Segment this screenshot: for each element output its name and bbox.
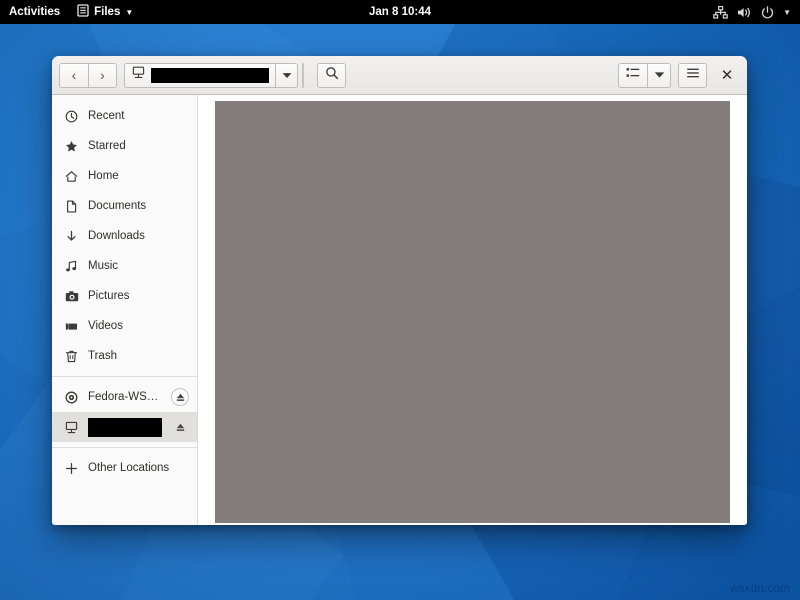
close-window-button[interactable]: ✕ bbox=[714, 62, 740, 88]
eject-icon[interactable] bbox=[171, 418, 189, 436]
sidebar-item-downloads[interactable]: Downloads bbox=[52, 221, 197, 251]
sidebar-item-label: Videos bbox=[88, 320, 189, 332]
activities-button[interactable]: Activities bbox=[0, 0, 69, 24]
sidebar-item-music[interactable]: Music bbox=[52, 251, 197, 281]
path-device-label-redacted bbox=[151, 68, 269, 83]
sidebar-item-label: Documents bbox=[88, 200, 189, 212]
plus-icon bbox=[64, 462, 79, 475]
network-wired-icon[interactable] bbox=[713, 6, 728, 19]
sidebar-item-label: Recent bbox=[88, 110, 189, 122]
sidebar-item-documents[interactable]: Documents bbox=[52, 191, 197, 221]
app-menu-files[interactable]: Files ▼ bbox=[69, 0, 141, 24]
path-device-button[interactable] bbox=[124, 63, 275, 88]
gnome-top-bar: Activities Files ▼ Jan 8 10:44 bbox=[0, 0, 800, 24]
camera-icon bbox=[64, 290, 79, 303]
files-window: ‹ › bbox=[52, 56, 747, 525]
view-mode-buttons bbox=[618, 63, 671, 88]
sidebar-item-videos[interactable]: Videos bbox=[52, 311, 197, 341]
navigation-buttons: ‹ › bbox=[59, 63, 117, 88]
system-tray[interactable]: ▼ bbox=[713, 6, 800, 19]
computer-device-icon bbox=[132, 66, 145, 84]
optical-disc-icon bbox=[64, 391, 79, 404]
sidebar-item-label: Trash bbox=[88, 350, 189, 362]
sidebar-item-trash[interactable]: Trash bbox=[52, 341, 197, 371]
window-headerbar: ‹ › bbox=[52, 56, 747, 95]
search-icon bbox=[325, 66, 339, 85]
hamburger-menu-icon bbox=[686, 66, 700, 84]
sidebar-item-label: Downloads bbox=[88, 230, 189, 242]
sidebar-separator bbox=[52, 447, 197, 448]
file-list-redacted-region bbox=[215, 101, 730, 523]
back-button[interactable]: ‹ bbox=[59, 63, 88, 88]
chevron-down-icon: ▼ bbox=[125, 8, 133, 17]
sidebar-item-device-redacted[interactable] bbox=[52, 412, 197, 442]
clock-icon bbox=[64, 110, 79, 123]
chevron-down-icon bbox=[654, 71, 665, 79]
sidebar-item-label: Music bbox=[88, 260, 189, 272]
file-list-area[interactable] bbox=[198, 95, 747, 525]
chevron-down-icon[interactable]: ▼ bbox=[783, 8, 791, 17]
download-arrow-icon bbox=[64, 230, 79, 243]
list-view-icon bbox=[626, 66, 640, 84]
sidebar-item-starred[interactable]: Starred bbox=[52, 131, 197, 161]
star-icon bbox=[64, 140, 79, 153]
search-button[interactable] bbox=[317, 63, 346, 88]
sidebar-item-label: Fedora-WS-L… bbox=[88, 391, 162, 403]
trash-icon bbox=[64, 350, 79, 363]
chevron-left-icon: ‹ bbox=[72, 67, 77, 83]
app-menu-label: Files bbox=[94, 6, 120, 18]
sidebar-item-label: Other Locations bbox=[88, 462, 189, 474]
view-dropdown-button[interactable] bbox=[647, 63, 671, 88]
music-note-icon bbox=[64, 260, 79, 273]
sidebar-item-recent[interactable]: Recent bbox=[52, 101, 197, 131]
path-dropdown-button[interactable] bbox=[275, 63, 298, 88]
sidebar-item-label: Starred bbox=[88, 140, 189, 152]
hamburger-menu-button[interactable] bbox=[678, 63, 707, 88]
sidebar-separator bbox=[52, 376, 197, 377]
forward-button[interactable]: › bbox=[88, 63, 117, 88]
sidebar-item-label: Pictures bbox=[88, 290, 189, 302]
power-icon[interactable] bbox=[761, 6, 774, 19]
window-body: Recent Starred Home bbox=[52, 95, 747, 525]
clock[interactable]: Jan 8 10:44 bbox=[340, 6, 460, 18]
places-sidebar: Recent Starred Home bbox=[52, 95, 198, 525]
sidebar-item-other-locations[interactable]: Other Locations bbox=[52, 453, 197, 483]
sidebar-item-label-redacted bbox=[88, 418, 162, 437]
files-app-icon bbox=[77, 4, 89, 20]
chevron-right-icon: › bbox=[100, 67, 105, 83]
sidebar-item-label: Home bbox=[88, 170, 189, 182]
eject-icon[interactable] bbox=[171, 388, 189, 406]
sidebar-item-home[interactable]: Home bbox=[52, 161, 197, 191]
chevron-down-icon bbox=[282, 72, 292, 79]
list-view-button[interactable] bbox=[618, 63, 647, 88]
document-icon bbox=[64, 200, 79, 213]
volume-high-icon[interactable] bbox=[737, 6, 752, 19]
sidebar-item-pictures[interactable]: Pictures bbox=[52, 281, 197, 311]
video-camera-icon bbox=[64, 320, 79, 333]
home-icon bbox=[64, 170, 79, 183]
sidebar-item-fedora-ws-live[interactable]: Fedora-WS-L… bbox=[52, 382, 197, 412]
path-bar-remainder[interactable] bbox=[302, 63, 304, 88]
computer-device-icon bbox=[64, 421, 79, 434]
watermark: wsxdn.com bbox=[730, 581, 790, 595]
path-bar bbox=[124, 63, 304, 88]
